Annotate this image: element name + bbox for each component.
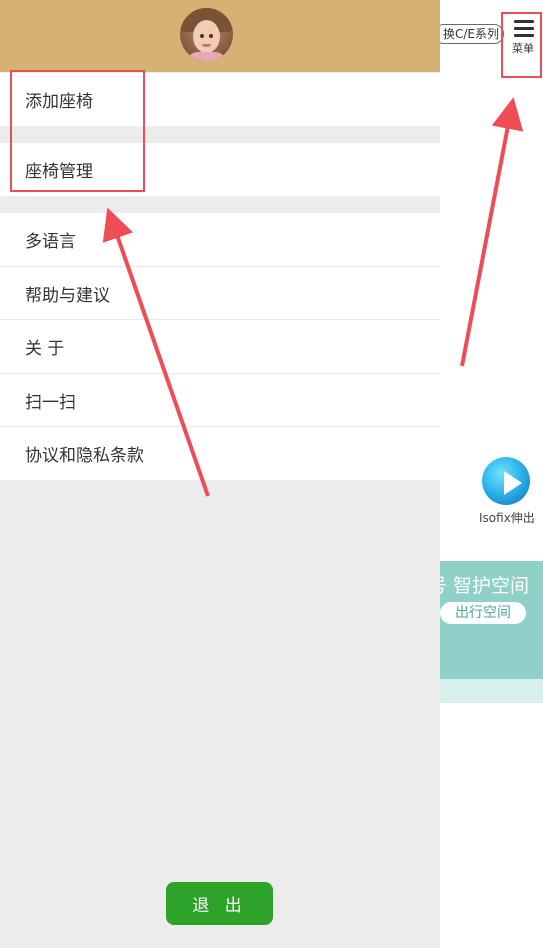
annotation-arrows [102,97,524,497]
annotation-arrow-to-seat-items [102,207,210,497]
annotation-arrow-to-menu-button [460,97,524,367]
